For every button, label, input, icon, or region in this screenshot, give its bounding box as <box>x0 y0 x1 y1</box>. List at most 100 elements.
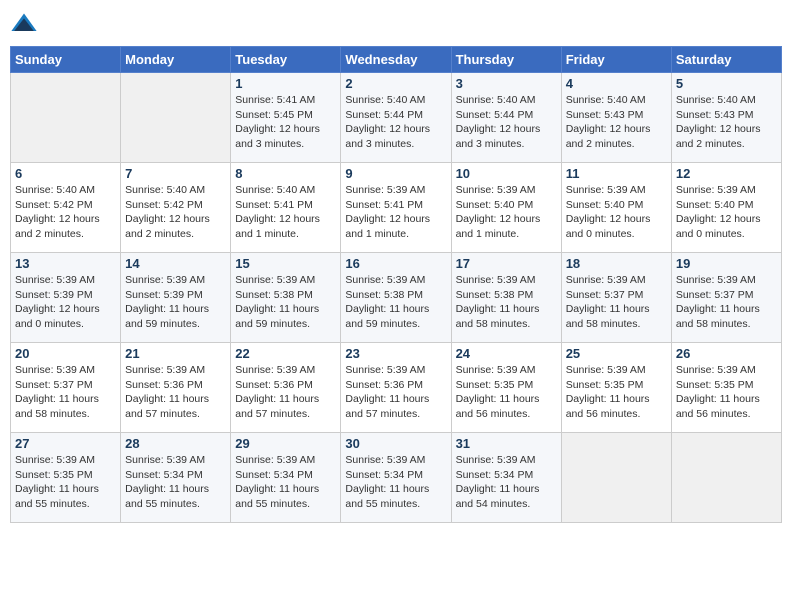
week-row-3: 13 Sunrise: 5:39 AM Sunset: 5:39 PM Dayli… <box>11 253 782 343</box>
day-cell: 5 Sunrise: 5:40 AM Sunset: 5:43 PM Daylig… <box>671 73 781 163</box>
day-number: 1 <box>235 76 336 91</box>
week-row-5: 27 Sunrise: 5:39 AM Sunset: 5:35 PM Dayli… <box>11 433 782 523</box>
day-detail: Sunrise: 5:39 AM Sunset: 5:34 PM Dayligh… <box>235 453 336 512</box>
week-row-4: 20 Sunrise: 5:39 AM Sunset: 5:37 PM Dayli… <box>11 343 782 433</box>
day-number: 7 <box>125 166 226 181</box>
day-number: 8 <box>235 166 336 181</box>
day-number: 11 <box>566 166 667 181</box>
weekday-header-saturday: Saturday <box>671 47 781 73</box>
day-number: 25 <box>566 346 667 361</box>
day-cell: 9 Sunrise: 5:39 AM Sunset: 5:41 PM Daylig… <box>341 163 451 253</box>
day-cell: 31 Sunrise: 5:39 AM Sunset: 5:34 PM Dayli… <box>451 433 561 523</box>
day-cell <box>671 433 781 523</box>
week-row-2: 6 Sunrise: 5:40 AM Sunset: 5:42 PM Daylig… <box>11 163 782 253</box>
day-number: 9 <box>345 166 446 181</box>
day-detail: Sunrise: 5:40 AM Sunset: 5:42 PM Dayligh… <box>125 183 226 242</box>
day-detail: Sunrise: 5:39 AM Sunset: 5:41 PM Dayligh… <box>345 183 446 242</box>
day-number: 30 <box>345 436 446 451</box>
weekday-header-tuesday: Tuesday <box>231 47 341 73</box>
day-number: 28 <box>125 436 226 451</box>
day-cell: 22Sunrise: 5:39 AM Sunset: 5:36 PM Dayli… <box>231 343 341 433</box>
day-cell: 17 Sunrise: 5:39 AM Sunset: 5:38 PM Dayli… <box>451 253 561 343</box>
day-cell: 15Sunrise: 5:39 AM Sunset: 5:38 PM Dayli… <box>231 253 341 343</box>
day-detail: Sunrise: 5:41 AM Sunset: 5:45 PM Dayligh… <box>235 93 336 152</box>
day-cell: 30 Sunrise: 5:39 AM Sunset: 5:34 PM Dayli… <box>341 433 451 523</box>
day-cell: 26Sunrise: 5:39 AM Sunset: 5:35 PM Dayli… <box>671 343 781 433</box>
day-cell: 13 Sunrise: 5:39 AM Sunset: 5:39 PM Dayli… <box>11 253 121 343</box>
day-detail: Sunrise: 5:39 AM Sunset: 5:34 PM Dayligh… <box>456 453 557 512</box>
day-cell: 16Sunrise: 5:39 AM Sunset: 5:38 PM Dayli… <box>341 253 451 343</box>
day-detail: Sunrise: 5:39 AM Sunset: 5:35 PM Dayligh… <box>676 363 777 422</box>
day-detail: Sunrise: 5:40 AM Sunset: 5:42 PM Dayligh… <box>15 183 116 242</box>
day-cell <box>561 433 671 523</box>
weekday-header-friday: Friday <box>561 47 671 73</box>
day-cell: 25 Sunrise: 5:39 AM Sunset: 5:35 PM Dayli… <box>561 343 671 433</box>
day-number: 20 <box>15 346 116 361</box>
day-detail: Sunrise: 5:39 AM Sunset: 5:39 PM Dayligh… <box>15 273 116 332</box>
day-number: 18 <box>566 256 667 271</box>
day-cell: 3 Sunrise: 5:40 AM Sunset: 5:44 PM Daylig… <box>451 73 561 163</box>
day-cell: 8 Sunrise: 5:40 AM Sunset: 5:41 PM Daylig… <box>231 163 341 253</box>
day-detail: Sunrise: 5:39 AM Sunset: 5:34 PM Dayligh… <box>125 453 226 512</box>
day-cell: 2 Sunrise: 5:40 AM Sunset: 5:44 PM Daylig… <box>341 73 451 163</box>
day-number: 12 <box>676 166 777 181</box>
calendar: SundayMondayTuesdayWednesdayThursdayFrid… <box>10 46 782 523</box>
day-number: 5 <box>676 76 777 91</box>
day-number: 31 <box>456 436 557 451</box>
day-detail: Sunrise: 5:39 AM Sunset: 5:38 PM Dayligh… <box>456 273 557 332</box>
day-detail: Sunrise: 5:39 AM Sunset: 5:37 PM Dayligh… <box>15 363 116 422</box>
day-number: 23 <box>345 346 446 361</box>
weekday-header-wednesday: Wednesday <box>341 47 451 73</box>
day-cell: 6 Sunrise: 5:40 AM Sunset: 5:42 PM Daylig… <box>11 163 121 253</box>
day-number: 17 <box>456 256 557 271</box>
day-cell: 4 Sunrise: 5:40 AM Sunset: 5:43 PM Daylig… <box>561 73 671 163</box>
day-detail: Sunrise: 5:39 AM Sunset: 5:35 PM Dayligh… <box>15 453 116 512</box>
day-cell: 12 Sunrise: 5:39 AM Sunset: 5:40 PM Dayli… <box>671 163 781 253</box>
weekday-header-sunday: Sunday <box>11 47 121 73</box>
day-detail: Sunrise: 5:40 AM Sunset: 5:43 PM Dayligh… <box>566 93 667 152</box>
day-detail: Sunrise: 5:39 AM Sunset: 5:38 PM Dayligh… <box>235 273 336 332</box>
day-detail: Sunrise: 5:40 AM Sunset: 5:44 PM Dayligh… <box>456 93 557 152</box>
day-detail: Sunrise: 5:40 AM Sunset: 5:41 PM Dayligh… <box>235 183 336 242</box>
day-cell: 11 Sunrise: 5:39 AM Sunset: 5:40 PM Dayli… <box>561 163 671 253</box>
day-number: 13 <box>15 256 116 271</box>
day-number: 14 <box>125 256 226 271</box>
day-detail: Sunrise: 5:39 AM Sunset: 5:37 PM Dayligh… <box>566 273 667 332</box>
day-number: 6 <box>15 166 116 181</box>
day-cell: 7 Sunrise: 5:40 AM Sunset: 5:42 PM Daylig… <box>121 163 231 253</box>
weekday-header-row: SundayMondayTuesdayWednesdayThursdayFrid… <box>11 47 782 73</box>
logo <box>10 10 42 38</box>
day-cell: 14 Sunrise: 5:39 AM Sunset: 5:39 PM Dayli… <box>121 253 231 343</box>
header <box>10 10 782 38</box>
day-number: 21 <box>125 346 226 361</box>
day-detail: Sunrise: 5:39 AM Sunset: 5:36 PM Dayligh… <box>345 363 446 422</box>
weekday-header-monday: Monday <box>121 47 231 73</box>
day-number: 16 <box>345 256 446 271</box>
day-cell: 24Sunrise: 5:39 AM Sunset: 5:35 PM Dayli… <box>451 343 561 433</box>
day-cell: 23 Sunrise: 5:39 AM Sunset: 5:36 PM Dayli… <box>341 343 451 433</box>
day-detail: Sunrise: 5:40 AM Sunset: 5:43 PM Dayligh… <box>676 93 777 152</box>
day-detail: Sunrise: 5:39 AM Sunset: 5:40 PM Dayligh… <box>566 183 667 242</box>
day-cell: 29 Sunrise: 5:39 AM Sunset: 5:34 PM Dayli… <box>231 433 341 523</box>
day-number: 2 <box>345 76 446 91</box>
day-number: 4 <box>566 76 667 91</box>
day-number: 3 <box>456 76 557 91</box>
day-number: 22 <box>235 346 336 361</box>
day-cell: 28 Sunrise: 5:39 AM Sunset: 5:34 PM Dayli… <box>121 433 231 523</box>
day-number: 19 <box>676 256 777 271</box>
day-cell: 20 Sunrise: 5:39 AM Sunset: 5:37 PM Dayli… <box>11 343 121 433</box>
day-cell: 27 Sunrise: 5:39 AM Sunset: 5:35 PM Dayli… <box>11 433 121 523</box>
day-detail: Sunrise: 5:40 AM Sunset: 5:44 PM Dayligh… <box>345 93 446 152</box>
day-cell: 1 Sunrise: 5:41 AM Sunset: 5:45 PM Daylig… <box>231 73 341 163</box>
day-number: 27 <box>15 436 116 451</box>
day-number: 29 <box>235 436 336 451</box>
day-detail: Sunrise: 5:39 AM Sunset: 5:37 PM Dayligh… <box>676 273 777 332</box>
day-detail: Sunrise: 5:39 AM Sunset: 5:34 PM Dayligh… <box>345 453 446 512</box>
day-detail: Sunrise: 5:39 AM Sunset: 5:39 PM Dayligh… <box>125 273 226 332</box>
day-detail: Sunrise: 5:39 AM Sunset: 5:40 PM Dayligh… <box>676 183 777 242</box>
weekday-header-thursday: Thursday <box>451 47 561 73</box>
day-detail: Sunrise: 5:39 AM Sunset: 5:40 PM Dayligh… <box>456 183 557 242</box>
day-detail: Sunrise: 5:39 AM Sunset: 5:36 PM Dayligh… <box>125 363 226 422</box>
day-detail: Sunrise: 5:39 AM Sunset: 5:35 PM Dayligh… <box>566 363 667 422</box>
day-number: 24 <box>456 346 557 361</box>
